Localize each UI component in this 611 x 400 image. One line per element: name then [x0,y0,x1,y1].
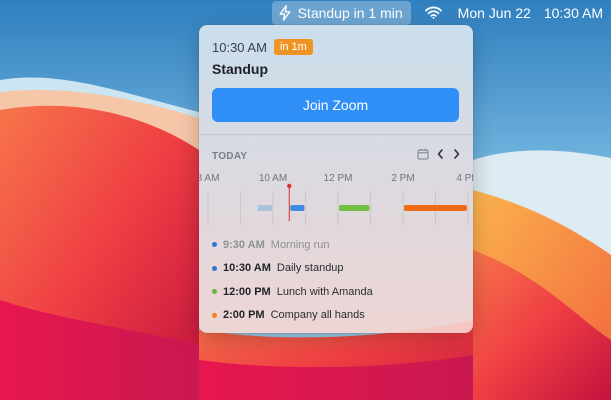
agenda-item-color-dot [212,242,217,248]
agenda-item-time: 12:00 PM [223,285,271,298]
event-title: Standup [212,61,268,77]
wifi-menu-item[interactable] [417,0,452,25]
timeline-now-marker [287,183,292,189]
timeline-hour-label: 10 AM [259,173,287,184]
timeline-hour-label: 2 PM [391,173,414,184]
agenda-item-title: Company all hands [270,309,365,322]
divider [199,134,473,135]
agenda-item[interactable]: 12:00 PM Lunch with Amanda [212,280,373,304]
bolt-icon [278,4,298,21]
agenda-item-color-dot [212,312,217,318]
agenda-item-time: 9:30 AM [223,238,265,251]
agenda-list: 9:30 AM Morning run 10:30 AM Daily standup 1… [212,233,373,327]
timeline-event-block [404,205,467,211]
timeline-event-block [257,205,272,211]
timeline-hour-label: 8 AM [199,173,219,184]
meeting-popover: 10:30 AM in 1m Standup Join Zoom TODAY 8… [199,25,473,333]
timeline-hour-label: 4 PM [456,173,473,184]
agenda-item[interactable]: 10:30 AM Daily standup [212,257,373,281]
agenda-item-time: 10:30 AM [223,262,271,275]
section-label-today: TODAY [212,151,248,162]
status-menu-item[interactable]: Standup in 1 min [271,0,411,25]
agenda-item-color-dot [212,289,217,295]
calendar-icon[interactable] [417,148,429,160]
date-navigation [410,148,461,160]
agenda-item-time: 2:00 PM [223,309,265,322]
timeline-chart: 8 AM 10 AM 12 PM 2 PM 4 PM [199,173,473,225]
chevron-left-icon[interactable] [436,148,445,160]
day-timeline[interactable]: 8 AM 10 AM 12 PM 2 PM 4 PM [199,169,473,225]
timeline-event-block [290,205,305,211]
join-zoom-button[interactable]: Join Zoom [212,88,459,122]
status-menu-label: Standup in 1 min [297,4,403,21]
agenda-item[interactable]: 9:30 AM Morning run [212,233,373,257]
timeline-event-block [339,205,370,211]
timeline-hour-label: 12 PM [324,173,353,184]
agenda-item-title: Daily standup [276,262,344,275]
wifi-icon [424,6,442,19]
agenda-item-title: Morning run [270,238,330,251]
event-time: 10:30 AM [212,39,267,55]
chevron-right-icon[interactable] [452,148,461,160]
countdown-badge: in 1m [273,39,313,55]
menubar-clock[interactable]: 10:30 AM [540,0,611,25]
menubar-date[interactable]: Mon Jun 22 [452,0,540,25]
agenda-item-color-dot [212,265,217,271]
menu-bar: Standup in 1 min Mon Jun 22 10:30 AM [0,0,611,25]
agenda-item[interactable]: 2:00 PM Company all hands [212,304,373,328]
agenda-item-title: Lunch with Amanda [276,285,373,298]
